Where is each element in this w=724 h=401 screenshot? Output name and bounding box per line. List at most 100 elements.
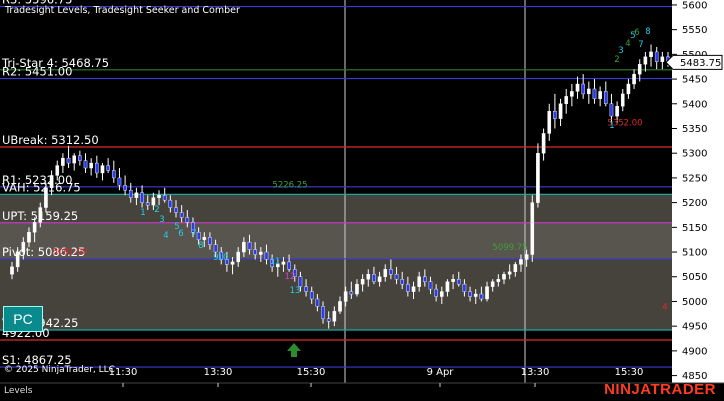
candle-body [349,291,354,295]
candle-body [213,244,218,253]
candle-body [490,281,495,287]
pc-button[interactable]: PC [3,306,43,332]
candle-body [632,73,636,85]
candle-body [570,91,574,97]
candle-body [603,91,608,104]
seeker-count: 6 [178,229,183,239]
candle-body [281,261,286,265]
candle-body [100,165,105,174]
candle-body [32,222,37,233]
y-tick-label: 4950 [682,322,707,333]
candle-body [575,83,580,92]
candle-body [309,291,314,300]
seeker-count: 4 [163,231,168,241]
seeker-count: 1 [609,121,614,131]
y-tick-label: 5000 [682,297,707,308]
candle-body [400,279,405,285]
candle-body [123,185,127,191]
candle-body [389,269,393,275]
y-tick-label: 5550 [682,25,707,36]
candle-body [502,274,506,280]
candle-body [145,202,150,206]
candle-body [434,288,438,297]
candle-body [479,293,484,300]
level-label: R2: 5451.00 [2,65,72,79]
candle-body [530,202,535,255]
candle-body [451,279,455,282]
candle-body [620,93,625,107]
candle-body [140,192,144,203]
candle-body [111,170,116,179]
candle-body [38,207,43,223]
candle-body [598,91,602,100]
candle-body [15,251,20,268]
candle-body [564,96,569,104]
candle-body [264,251,269,260]
candle-body [343,291,348,302]
chart-canvas[interactable]: R3: 5596.75Tri-Star 4: 5468.75R2: 5451.0… [0,0,724,401]
candle-body [44,187,48,208]
candle-body [445,281,450,292]
candle-body [643,56,648,65]
candle-body [315,298,320,307]
seeker-count: 11 [270,257,281,267]
seeker-count: 10 [218,253,229,263]
candle-body [321,306,325,319]
candle-body [417,276,421,287]
candle-body [287,261,291,270]
y-tick-label: 4900 [682,346,707,357]
candle-body [536,152,540,203]
candle-body [372,274,376,282]
seeker-count: 7 [638,40,643,50]
seeker-count: 2 [154,205,159,215]
pivot-band [0,222,672,259]
candle-body [27,232,31,243]
candle-body [587,88,591,95]
candle-body [49,175,54,188]
candle-body [134,192,139,198]
y-tick-label: 5050 [682,272,707,283]
candle-body [553,110,557,119]
candle-body [236,251,241,263]
annotation-label: 5091.00 [52,247,87,257]
candle-body [259,251,263,255]
candle-body [383,269,388,277]
candle-body [660,56,665,62]
candle-body [168,199,173,208]
candle-body [496,279,501,282]
candle-body [89,162,93,169]
candle-body [439,291,444,297]
candle-body [179,212,184,218]
seeker-count: 12 [285,272,296,282]
candle-body [615,106,619,117]
candle-body [519,259,523,265]
candle-body [304,286,308,292]
x-tick-label: 13:30 [521,367,550,378]
y-tick-label: 5600 [682,0,707,11]
seeker-count: 8 [645,27,650,37]
x-tick-label: 13:30 [204,367,233,378]
candle-body [202,237,207,240]
seeker-count: 7 [191,229,196,239]
y-tick-label: 5100 [682,248,707,259]
candle-body [637,64,642,75]
value-area-bands [0,194,672,330]
seeker-count: 8 [198,241,203,251]
candle-body [406,283,410,292]
candle-body [117,177,122,186]
candle-body [547,110,552,134]
candle-body [21,241,26,253]
y-tick-label: 5150 [682,223,707,234]
status-label: Levels [4,386,33,396]
x-tick-label: 9 Apr [427,367,455,378]
annotation-label: 4 [662,302,667,312]
candle-body [78,155,82,161]
y-tick-label: 5300 [682,149,707,160]
candle-body [95,162,99,174]
candle-body [332,311,337,322]
y-tick-label: 5400 [682,99,707,110]
candle-body [106,165,110,171]
seeker-count: 13 [290,286,301,296]
candle-body [541,133,546,154]
seeker-count: 6 [634,28,639,38]
